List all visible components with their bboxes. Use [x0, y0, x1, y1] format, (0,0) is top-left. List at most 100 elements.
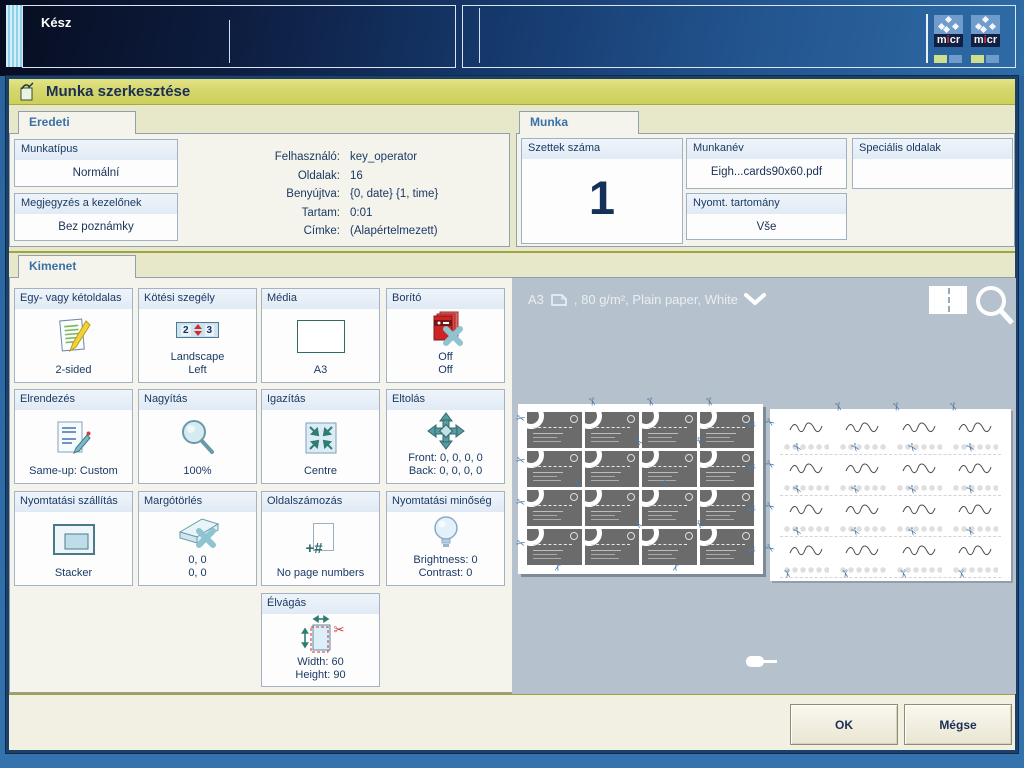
- two-sided-icon: [58, 318, 91, 352]
- scissors-mark: ✂: [762, 499, 778, 515]
- scissors-mark: ✂: [888, 401, 903, 414]
- info-panel: micr micr: [462, 5, 1016, 68]
- micr-label: micr: [971, 34, 1000, 47]
- margin-erase-icon: [178, 518, 219, 548]
- micr-tray-icon[interactable]: micr: [934, 15, 963, 63]
- print-range-button[interactable]: Nyomt. tartomány Vše: [686, 193, 847, 240]
- scissors-mark: ✂: [667, 561, 682, 574]
- scissors-mark: ✂: [762, 457, 778, 473]
- alignment-button[interactable]: Igazítás Centre: [261, 389, 380, 484]
- job-info-list: Felhasználó: key_operator Oldalak: 16 Beny…: [188, 148, 503, 241]
- section-eredeti: Munkatípus Normální Megjegyzés a kezelőn…: [9, 133, 510, 247]
- scissors-mark: ✂: [762, 541, 778, 557]
- sides-button[interactable]: Egy- vagy kétoldalas 2-sided: [14, 288, 133, 383]
- align-centre-icon: [305, 422, 336, 453]
- scissors-mark: ✂: [953, 568, 967, 580]
- info-row: Benyújtva: {0, date} {1, time}: [286, 188, 439, 201]
- scissors-mark: ✂: [744, 417, 757, 432]
- back-card: [780, 418, 833, 454]
- cover-icon: [433, 311, 463, 346]
- back-card: [836, 459, 889, 495]
- special-pages-button[interactable]: Speciális oldalak: [852, 138, 1013, 189]
- margin-erase-button[interactable]: Margótörlés 0, 0 0, 0: [138, 491, 257, 586]
- back-card: [780, 500, 833, 536]
- page-numbering-button[interactable]: Oldalszámozás +# No page numbers: [261, 491, 380, 586]
- front-card: [527, 490, 582, 526]
- job-edit-dialog: Munka szerkesztése Eredeti Munkatípus No…: [6, 76, 1018, 753]
- front-card: [527, 412, 582, 448]
- scissors-mark: ✂: [837, 568, 852, 580]
- job-type-value: Normální: [72, 167, 120, 179]
- spread-view-toggle[interactable]: [929, 286, 967, 314]
- card-row: [780, 541, 1001, 578]
- scissors-mark: ✂: [744, 500, 757, 515]
- back-card: [836, 418, 889, 454]
- tab-eredeti[interactable]: Eredeti: [18, 111, 136, 134]
- scissors-mark: ✂: [514, 453, 527, 468]
- info-row: Tartam: 0:01: [301, 206, 373, 219]
- dialog-title: Munka szerkesztése: [46, 83, 191, 100]
- operator-note-button[interactable]: Megjegyzés a kezelőnek Bez poznámky: [14, 193, 178, 241]
- panel-divider: [479, 8, 480, 63]
- job-type-button[interactable]: Munkatípus Normální: [14, 139, 178, 187]
- output-preview-panel: A3 , 80 g/m², Plain paper, White ✂ ✂ ✂ ✂ ✂ ✂ ✂…: [512, 278, 1016, 694]
- print-quality-button[interactable]: Nyomtatási minőség Brightness: 0 Contras…: [386, 491, 505, 586]
- set-count-button[interactable]: Szettek száma 1: [521, 138, 683, 244]
- tab-munka[interactable]: Munka: [519, 111, 639, 134]
- chevron-down-icon: [743, 293, 766, 305]
- front-card: [527, 529, 582, 565]
- striped-accent: [6, 5, 23, 67]
- tab-kimenet[interactable]: Kimenet: [18, 255, 136, 278]
- zoom-icon: [181, 419, 214, 454]
- section-munka: Szettek száma 1 Munkanév Eigh...cards90x…: [516, 133, 1015, 247]
- status-text: Kész: [41, 15, 72, 30]
- magnification-button[interactable]: Nagyítás 100%: [138, 389, 257, 484]
- media-selector[interactable]: A3 , 80 g/m², Plain paper, White: [528, 292, 766, 307]
- scissors-mark: ✂: [779, 568, 794, 580]
- micr-status-chips: [971, 55, 1000, 63]
- scissors-mark: ✂: [514, 412, 527, 427]
- back-card: [836, 500, 889, 536]
- scissors-mark: ✂: [895, 568, 910, 580]
- scissors-mark: ✂: [514, 495, 527, 510]
- operator-note-header: Megjegyzés a kezelőnek: [15, 194, 177, 214]
- dialog-titlebar: Munka szerkesztése: [9, 79, 1015, 105]
- layout-icon: [57, 421, 91, 454]
- media-icon: [296, 320, 345, 353]
- trim-button[interactable]: Élvágás ✂ Width: 60 Height: 90: [261, 593, 380, 687]
- status-panel: Kész: [22, 5, 456, 68]
- paper-icon: [551, 293, 567, 306]
- scissors-mark: ✂: [945, 401, 960, 414]
- panel-divider: [229, 20, 230, 63]
- print-range-value: Vše: [756, 221, 777, 233]
- edit-job-icon: [20, 82, 34, 101]
- preview-front-page: ✂ ✂ ✂ ✂ ✂ ✂ ✂ ✂ ✂ ✂ ✂ ✂ ✂ ✂ ✂ ✂ ✂ ✂ ✂: [514, 396, 763, 574]
- micr-diamonds-icon: [971, 15, 1000, 34]
- shift-arrows-icon: [426, 412, 465, 450]
- media-size-label: A3: [528, 292, 544, 307]
- shift-button[interactable]: Eltolás Front: 0, 0, 0, 0 Back: 0, 0, 0,…: [386, 389, 505, 484]
- stacker-icon: [52, 523, 95, 555]
- ok-button[interactable]: OK: [790, 704, 898, 745]
- scissors-mark: ✂: [744, 458, 757, 473]
- scissors-mark: ✂: [514, 537, 527, 552]
- job-name-button[interactable]: Munkanév Eigh...cards90x60.pdf: [686, 138, 847, 189]
- cancel-button[interactable]: Mégse: [904, 704, 1012, 745]
- page-numbers-icon: +#: [304, 522, 338, 557]
- scissors-mark: ✂: [744, 542, 757, 557]
- section-kimenet: Egy- vagy kétoldalas 2-sided Kötési szeg…: [9, 277, 1016, 694]
- cover-button[interactable]: Borító Off Off: [386, 288, 505, 383]
- back-card: [780, 459, 833, 495]
- preview-back-page: ✂ ✂ ✂ ✂ ✂ ✂ ✂ ✂ ✂ ✂ ✂ ✂ ✂ ✂ ✂ ✂ ✂ ✂ ✂ ✂ ✂ ✂ ✂: [763, 401, 1011, 581]
- section-divider: [9, 251, 1015, 253]
- media-button[interactable]: Média A3: [261, 288, 380, 383]
- delivery-button[interactable]: Nyomtatási szállítás Stacker: [14, 491, 133, 586]
- plug-indicator-icon: [746, 656, 778, 668]
- tray-divider: [926, 14, 928, 63]
- job-name-value: Eigh...cards90x60.pdf: [710, 166, 823, 178]
- job-type-header: Munkatípus: [15, 140, 177, 160]
- micr-tray-icon[interactable]: micr: [971, 15, 1000, 63]
- preview-zoom-button[interactable]: [972, 283, 1016, 327]
- binding-edge-button[interactable]: Kötési szegély 2 3 Landscape Left: [138, 288, 257, 383]
- layout-button[interactable]: Elrendezés Same-up: Custom: [14, 389, 133, 484]
